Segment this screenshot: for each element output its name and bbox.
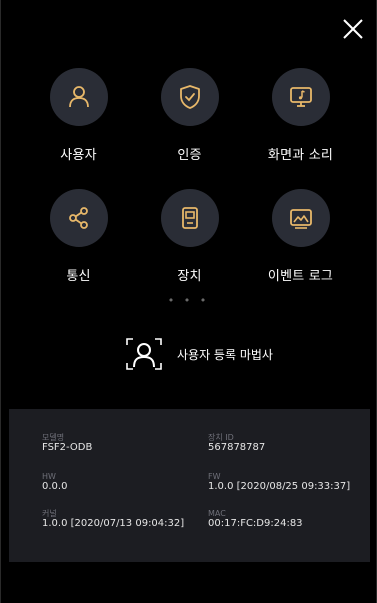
device-info-panel: 모델명 FSF2-ODB 장치 ID 567878787 HW 0.0.0 FW… (9, 409, 370, 562)
menu-item-event-log[interactable]: 이벤트 로그 (245, 189, 356, 284)
kernel-value: 1.0.0 [2020/07/13 09:04:32] (42, 518, 185, 529)
menu-bubble (49, 68, 108, 126)
device-id-value: 567878787 (208, 442, 266, 453)
close-icon (343, 19, 363, 39)
device-id-info: 장치 ID 567878787 (208, 433, 265, 454)
device-icon (181, 207, 198, 229)
mac-info: MAC 00:17:FC:D9:24:83 (208, 509, 303, 530)
menu-item-label: 이벤트 로그 (267, 269, 334, 284)
fw-key: FW (208, 472, 221, 481)
menu-item-user[interactable]: 사용자 (23, 68, 134, 163)
menu-item-label: 통신 (66, 269, 91, 284)
menu-item-label: 화면과 소리 (267, 148, 334, 163)
fw-info: FW 1.0.0 [2020/08/25 09:33:37] (208, 472, 350, 493)
user-registration-wizard-button[interactable]: 사용자 등록 마법사 (125, 337, 273, 371)
menu-item-device[interactable]: 장치 (134, 189, 245, 284)
kernel-key: 커널 (42, 509, 57, 518)
model-info: 모델명 FSF2-ODB (42, 433, 92, 454)
hw-key: HW (42, 472, 56, 481)
share-icon (68, 207, 88, 229)
menu-item-label: 인증 (177, 148, 202, 163)
mac-key: MAC (208, 509, 226, 518)
menu-item-label: 장치 (177, 269, 202, 284)
menu-item-display-sound[interactable]: 화면과 소리 (245, 68, 356, 163)
menu-item-network[interactable]: 통신 (23, 189, 134, 284)
wizard-label: 사용자 등록 마법사 (177, 347, 273, 362)
menu-item-label: 사용자 (60, 148, 97, 163)
model-key: 모델명 (42, 433, 65, 442)
menu-grid: 사용자 인증 화면과 소리 통신 장치 이벤트 로그 (23, 68, 356, 284)
hw-value: 0.0.0 (42, 481, 68, 492)
menu-item-auth[interactable]: 인증 (134, 68, 245, 163)
hw-info: HW 0.0.0 (42, 472, 67, 493)
kernel-info: 커널 1.0.0 [2020/07/13 09:04:32] (42, 509, 184, 530)
shield-check-icon (179, 85, 200, 109)
model-value: FSF2-ODB (42, 442, 93, 453)
page-indicator: • • • (167, 294, 210, 307)
user-icon (68, 86, 89, 108)
user-scan-icon (126, 338, 162, 370)
fw-value: 1.0.0 [2020/08/25 09:33:37] (208, 481, 351, 492)
device-id-key: 장치 ID (208, 433, 234, 442)
mac-value: 00:17:FC:D9:24:83 (208, 518, 303, 529)
menu-bubble (160, 68, 219, 126)
settings-screen: 사용자 인증 화면과 소리 통신 장치 이벤트 로그 • • • 사용자 등록 … (0, 0, 377, 603)
close-button[interactable] (342, 18, 364, 40)
monitor-music-icon (289, 87, 312, 107)
image-log-icon (289, 209, 312, 229)
menu-bubble (271, 189, 330, 247)
menu-bubble (271, 68, 330, 126)
menu-bubble (49, 189, 108, 247)
menu-bubble (160, 189, 219, 247)
